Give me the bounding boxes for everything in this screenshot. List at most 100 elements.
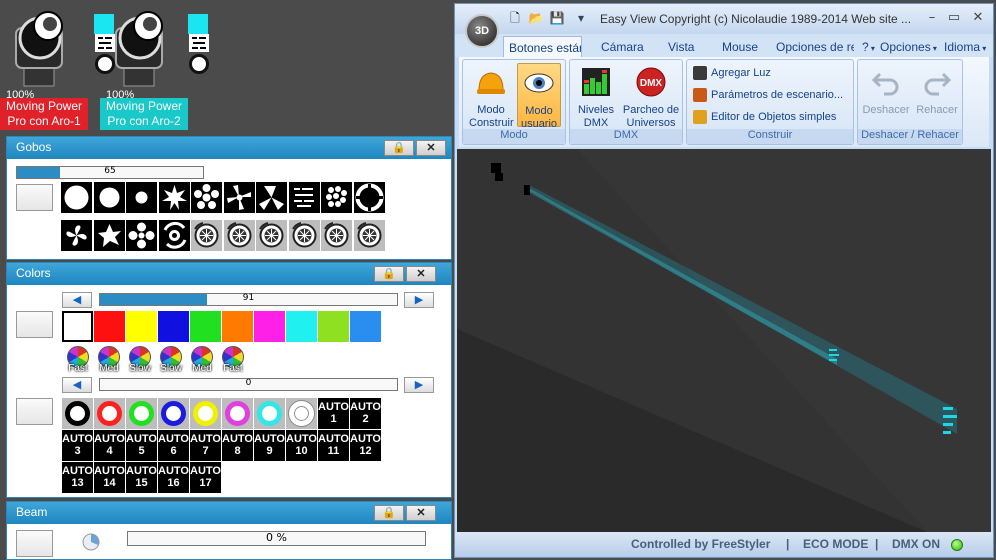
ring-color-cell[interactable] [62,398,93,429]
auto-color-button[interactable]: AUTO 5 [126,430,157,461]
tab-botones-estandar[interactable]: Botones estándar [503,36,582,57]
auto-color-button[interactable]: AUTO 1 [318,398,349,429]
help-menu[interactable]: ? ▾ [862,40,875,54]
options-menu[interactable]: Opciones ▾ [880,40,937,54]
ring-color-cell[interactable] [190,398,221,429]
auto-color-button[interactable]: AUTO 14 [94,462,125,493]
auto-color-button[interactable]: AUTO 6 [158,430,189,461]
auto-color-button[interactable]: AUTO 16 [158,462,189,493]
lock-icon[interactable]: 🔒 [384,140,414,156]
color-wheel-rotate-button[interactable]: Med [95,346,123,374]
ring-color-cell[interactable] [94,398,125,429]
color-swatch[interactable] [94,311,125,342]
modo-usuario-button[interactable]: Modo usuario [517,63,561,130]
color-swatch[interactable] [62,311,93,342]
close-icon[interactable]: ✕ [406,505,436,521]
niveles-dmx-button[interactable]: Niveles DMX [574,63,618,129]
color-swatch[interactable] [222,311,253,342]
gobo-wheel-rotate-cell[interactable] [321,220,352,251]
ring-color-cell[interactable] [222,398,253,429]
ring-prev-button[interactable]: ◀ [62,377,92,393]
beam-slider[interactable]: 0 % [127,531,426,546]
maximize-button[interactable]: ▭ [943,8,965,28]
eco-mode-label[interactable]: ECO MODE [803,537,868,551]
qat-dropdown-icon[interactable]: ▾ [573,10,589,26]
3d-viewport[interactable] [457,149,991,532]
color-wheel-rotate-button[interactable]: Fast [64,346,92,374]
color-next-button[interactable]: ▶ [404,292,434,308]
gobo-cell[interactable] [158,220,190,251]
auto-color-button[interactable]: AUTO 8 [222,430,253,461]
ring-next-button[interactable]: ▶ [404,377,434,393]
gobo-open-button[interactable] [16,184,53,211]
gobo-cell[interactable] [256,182,287,213]
auto-color-button[interactable]: AUTO 12 [350,430,381,461]
close-button[interactable]: ✕ [967,8,989,28]
auto-color-button[interactable]: AUTO 9 [254,430,285,461]
deshacer-button[interactable]: Deshacer [860,63,912,127]
color-swatch[interactable] [350,311,381,342]
gobo-cell[interactable] [288,182,320,213]
color-wheel-rotate-button[interactable]: Slow [126,346,154,374]
editor-objetos-button[interactable]: Editor de Objetos simples [693,108,836,126]
beam-open-button[interactable] [16,530,53,557]
ring-open-button[interactable] [16,398,53,425]
language-menu[interactable]: Idioma ▾ [944,40,986,54]
lock-icon[interactable]: 🔒 [374,505,404,521]
gobo-cell[interactable] [126,182,157,213]
color-swatch[interactable] [286,311,317,342]
gobo-wheel-rotate-cell[interactable] [288,220,320,251]
gobo-cell[interactable] [321,182,352,213]
gobo-cell[interactable] [158,182,190,213]
new-file-icon[interactable]: 🗋 [507,10,523,26]
fixture-1-label[interactable]: Moving Power Pro con Aro-1 [0,98,88,130]
gobo-wheel-rotate-cell[interactable] [256,220,287,251]
fixture-2-label[interactable]: Moving Power Pro con Aro-2 [100,98,188,130]
color-wheel-rotate-button[interactable]: Fast [219,346,247,374]
ring-color-cell[interactable] [158,398,189,429]
tab-opciones-de-render[interactable]: Opciones de re [776,40,854,54]
lock-icon[interactable]: 🔒 [374,266,404,282]
auto-color-button[interactable]: AUTO 17 [190,462,221,493]
gobo-wheel-rotate-cell[interactable] [191,220,222,251]
color-prev-button[interactable]: ◀ [62,292,92,308]
close-icon[interactable]: ✕ [406,266,436,282]
gobo-cell[interactable] [223,182,255,213]
close-icon[interactable]: ✕ [416,140,446,156]
auto-color-button[interactable]: AUTO 15 [126,462,157,493]
gobo-cell[interactable] [126,220,157,251]
color-swatch[interactable] [158,311,189,342]
auto-color-button[interactable]: AUTO 2 [350,398,381,429]
color-open-button[interactable] [16,311,53,338]
tab-mouse[interactable]: Mouse [722,40,758,54]
gobo-cell[interactable] [61,182,92,213]
auto-color-button[interactable]: AUTO 3 [62,430,93,461]
gobo-slider[interactable]: 65 [16,166,204,179]
ring-color-cell[interactable] [286,398,317,429]
color-swatch[interactable] [190,311,221,342]
color-swatch[interactable] [126,311,157,342]
auto-color-button[interactable]: AUTO 7 [190,430,221,461]
save-icon[interactable]: 💾 [549,10,565,26]
auto-color-button[interactable]: AUTO 13 [62,462,93,493]
ring-color-cell[interactable] [254,398,285,429]
gobo-cell[interactable] [353,182,385,213]
color-wheel-rotate-button[interactable]: Med [188,346,216,374]
color-swatch[interactable] [254,311,285,342]
gobo-cell[interactable] [93,182,125,213]
open-folder-icon[interactable]: 📂 [528,10,544,26]
gobo-cell[interactable] [191,182,222,213]
auto-color-button[interactable]: AUTO 4 [94,430,125,461]
agregar-luz-button[interactable]: Agregar Luz [693,64,771,82]
color-wheel-rotate-button[interactable]: Slow [157,346,185,374]
modo-construir-button[interactable]: Modo Construir [469,63,514,129]
gobo-wheel-rotate-cell[interactable] [353,220,385,251]
parcheo-universos-button[interactable]: DMX Parcheo de Universos [622,63,680,129]
minimize-button[interactable]: – [921,8,943,28]
ring-color-cell[interactable] [126,398,157,429]
app-orb-button[interactable]: 3D [465,14,499,48]
parametros-escenario-button[interactable]: Parámetros de escenario... [693,86,843,104]
gobo-wheel-rotate-cell[interactable] [223,220,255,251]
tab-camara[interactable]: Cámara [601,40,644,54]
gobo-cell[interactable] [93,220,125,251]
